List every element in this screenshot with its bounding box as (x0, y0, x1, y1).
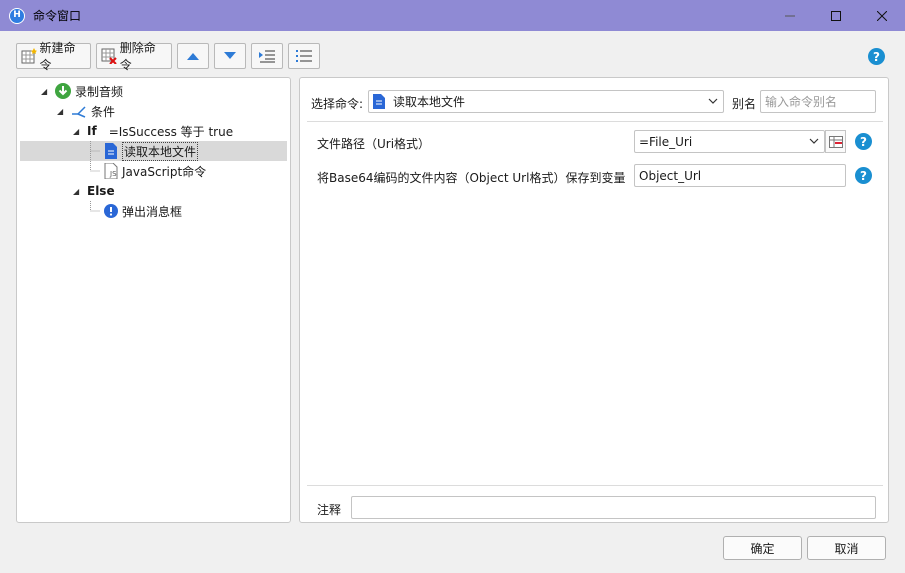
collapse-icon: ◢ (57, 106, 64, 116)
save-variable-help-button[interactable]: ? (855, 167, 872, 187)
file-path-help-button[interactable]: ? (855, 133, 872, 153)
file-path-select[interactable]: =File_Uri (634, 130, 825, 153)
command-select[interactable]: 读取本地文件 (368, 90, 724, 113)
download-icon (55, 83, 71, 99)
branch-icon (72, 106, 86, 118)
save-to-variable-value: Object_Url (639, 168, 702, 183)
file-path-label: 文件路径（Uri格式） (317, 137, 431, 151)
indent-button[interactable] (251, 43, 283, 69)
tree-connector-icon (90, 201, 100, 212)
script-file-icon: JS (104, 163, 118, 179)
arrow-down-icon (224, 52, 236, 59)
if-expression: =IsSuccess 等于 true (108, 124, 234, 139)
window-controls (767, 0, 905, 31)
minimize-button[interactable] (767, 0, 813, 31)
cancel-button[interactable]: 取消 (807, 536, 886, 560)
select-command-label: 选择命令: (311, 97, 364, 111)
tree-node-label: 录制音频 (75, 84, 124, 99)
svg-text:JS: JS (109, 170, 117, 178)
comment-input[interactable] (351, 496, 876, 519)
collapse-icon: ◢ (41, 86, 48, 96)
divider (307, 485, 883, 486)
title-bar: H 命令窗口 (0, 0, 905, 31)
tree-node-message-box[interactable]: 弹出消息框 (20, 201, 182, 221)
app-logo-icon: H (9, 7, 25, 24)
tree-node-label: JavaScript命令 (122, 164, 207, 179)
help-icon: ? (855, 167, 872, 184)
command-editor: 选择命令: 读取本地文件 别名 输入命令别名 文件路径（Uri格式） =File… (299, 77, 889, 523)
delete-command-label: 删除命令 (119, 41, 156, 72)
toolbar: 新建命令 删除命令 (16, 41, 325, 72)
help-icon: ? (855, 133, 872, 150)
indent-icon (259, 50, 275, 63)
window-title: 命令窗口 (33, 9, 82, 23)
tree-node-label: 弹出消息框 (122, 204, 183, 219)
tree-connector-icon (90, 161, 100, 172)
chevron-down-icon (809, 138, 819, 144)
move-up-button[interactable] (177, 43, 209, 69)
tree-node-label: 读取本地文件 (122, 141, 199, 161)
save-to-variable-label: 将Base64编码的文件内容（Object Url格式）保存到变量 (317, 171, 626, 185)
maximize-button[interactable] (813, 0, 859, 31)
variable-table-icon (828, 135, 843, 148)
list-icon (296, 50, 312, 62)
else-keyword: Else (87, 184, 115, 198)
tree-node-condition[interactable]: ◢ 条件 (57, 101, 115, 121)
divider (307, 121, 883, 122)
tree-node-if[interactable]: ◢ If =IsSuccess 等于 true (73, 121, 233, 141)
chevron-down-icon (708, 98, 718, 104)
file-path-value: =File_Uri (639, 134, 693, 149)
comment-label: 注释 (317, 503, 342, 517)
tree-connector-icon (90, 141, 100, 161)
arrow-up-icon (187, 53, 199, 60)
help-icon: ? (868, 48, 885, 65)
alias-label: 别名 (732, 97, 757, 111)
document-icon (373, 94, 385, 109)
svg-text:?: ? (860, 135, 867, 149)
svg-text:?: ? (860, 169, 867, 183)
svg-text:?: ? (873, 50, 880, 64)
new-command-label: 新建命令 (39, 41, 76, 72)
if-keyword: If (87, 124, 97, 138)
command-tree: ◢ 录制音频 ◢ 条件 ◢ If =IsSuccess 等于 true 读取本地… (16, 77, 291, 523)
collapse-icon: ◢ (73, 126, 80, 136)
new-command-button[interactable]: 新建命令 (16, 41, 91, 72)
alias-input[interactable]: 输入命令别名 (760, 90, 876, 113)
delete-command-button[interactable]: 删除命令 (96, 41, 172, 72)
delete-command-icon (101, 48, 117, 64)
move-down-button[interactable] (214, 43, 246, 69)
new-command-icon (21, 48, 37, 64)
collapse-icon: ◢ (73, 186, 80, 196)
minimize-icon (785, 15, 795, 16)
tree-node-javascript[interactable]: JS JavaScript命令 (20, 161, 206, 181)
save-to-variable-input[interactable]: Object_Url (634, 164, 846, 187)
tree-node-root[interactable]: ◢ 录制音频 (41, 81, 123, 101)
tree-node-read-file[interactable]: 读取本地文件 (20, 141, 287, 161)
variable-picker-button[interactable] (825, 130, 846, 153)
help-button[interactable]: ? (868, 48, 885, 68)
selected-command: 读取本地文件 (393, 95, 466, 109)
info-alert-icon (104, 204, 118, 218)
document-icon (105, 143, 117, 159)
tree-node-label: 条件 (91, 104, 116, 119)
list-button[interactable] (288, 43, 320, 69)
maximize-icon (831, 10, 841, 21)
close-button[interactable] (859, 0, 905, 31)
tree-node-else[interactable]: ◢ Else (73, 181, 115, 201)
ok-button[interactable]: 确定 (723, 536, 802, 560)
close-icon (877, 10, 887, 21)
